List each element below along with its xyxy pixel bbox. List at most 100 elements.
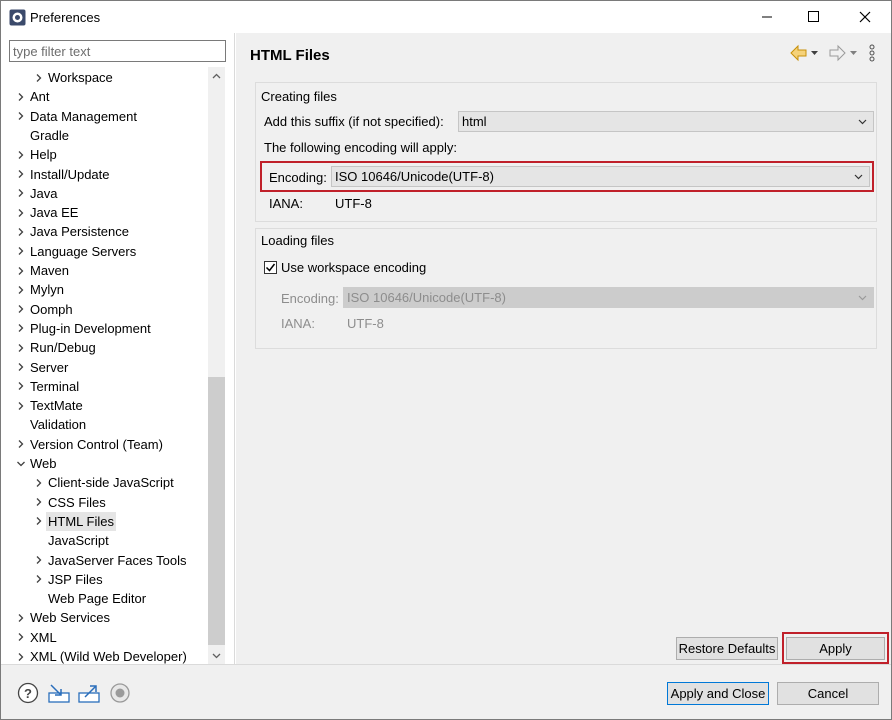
tree-item[interactable]: Ant [1,87,207,106]
chevron-right-icon[interactable] [33,68,45,87]
suffix-value: html [462,114,487,129]
tree-item[interactable]: Data Management [1,107,207,126]
pane-divider[interactable] [234,33,235,664]
import-icon[interactable] [47,682,70,704]
iana-value: UTF-8 [335,196,372,211]
chevron-right-icon[interactable] [15,261,27,280]
forward-button[interactable] [828,43,858,63]
tree-item[interactable]: Gradle [1,126,207,145]
tree-item[interactable]: Version Control (Team) [1,435,207,454]
encoding-intro-label: The following encoding will apply: [264,140,457,155]
tree-item[interactable]: Maven [1,261,207,280]
encoding-combo[interactable]: ISO 10646/Unicode(UTF-8) [331,166,870,187]
svg-text:?: ? [24,686,32,701]
use-workspace-checkbox[interactable] [264,261,277,274]
chevron-right-icon[interactable] [15,338,27,357]
chevron-right-icon[interactable] [15,280,27,299]
chevron-right-icon[interactable] [15,300,27,319]
loading-encoding-label: Encoding: [281,291,339,306]
preference-tree: Workspace Ant Data Management Gradle Help Ins… [1,67,207,664]
apply-button[interactable]: Apply [786,637,885,660]
tree-item[interactable]: TextMate [1,396,207,415]
chevron-right-icon[interactable] [33,473,45,492]
close-icon [859,11,871,22]
filter-input[interactable] [9,40,226,62]
use-workspace-label[interactable]: Use workspace encoding [281,260,426,275]
tree-item[interactable]: Java [1,184,207,203]
cancel-button[interactable]: Cancel [777,682,879,705]
scroll-down-button[interactable] [208,647,225,664]
chevron-right-icon[interactable] [15,107,27,126]
chevron-right-icon[interactable] [15,396,27,415]
back-button[interactable] [789,43,819,63]
dialog-button-bar: ? Apply and Close Cancel [1,664,891,719]
view-menu-button[interactable] [868,43,876,63]
restore-defaults-button[interactable]: Restore Defaults [676,637,778,660]
loading-encoding-combo[interactable]: ISO 10646/Unicode(UTF-8) [343,287,874,308]
chevron-down-icon [858,119,867,124]
tree-item-label: Web Services [30,610,110,626]
scrollbar-thumb[interactable] [208,377,225,645]
chevron-right-icon[interactable] [15,222,27,241]
tree-item[interactable]: XML (Wild Web Developer) [1,647,207,664]
maximize-button[interactable] [791,1,837,32]
tree-item-label: Maven [30,263,70,278]
chevron-right-icon[interactable] [15,145,27,164]
chevron-right-icon[interactable] [33,493,45,512]
tree-item-label: Java Persistence [30,224,129,240]
tree-item[interactable]: Validation [1,415,207,434]
chevron-right-icon[interactable] [33,570,45,589]
tree-item[interactable]: Install/Update [1,165,207,184]
tree-item[interactable]: Language Servers [1,242,207,261]
chevron-right-icon[interactable] [15,647,27,664]
scroll-up-button[interactable] [208,67,225,84]
chevron-right-icon[interactable] [15,87,27,106]
chevron-right-icon[interactable] [15,358,27,377]
tree-item-label: XML (Wild Web Developer) [30,649,187,664]
loading-files-title: Loading files [261,233,334,248]
export-icon[interactable] [77,682,100,704]
tree-item[interactable]: Plug-in Development [1,319,207,338]
chevron-right-icon[interactable] [15,184,27,203]
chevron-right-icon[interactable] [33,551,45,570]
tree-item[interactable]: XML [1,628,207,647]
tree-item[interactable]: Web [1,454,207,473]
tree-item[interactable]: Help [1,145,207,164]
apply-and-close-button[interactable]: Apply and Close [667,682,769,705]
minimize-button[interactable] [744,1,790,32]
chevron-right-icon[interactable] [15,319,27,338]
suffix-combo[interactable]: html [458,111,874,132]
chevron-down-icon[interactable] [15,454,27,473]
chevron-right-icon[interactable] [33,512,45,531]
tree-item[interactable]: JSP Files [1,570,207,589]
close-button[interactable] [842,1,888,32]
chevron-right-icon[interactable] [15,608,27,627]
help-icon[interactable]: ? [17,682,39,704]
chevron-right-icon[interactable] [15,165,27,184]
tree-item-label: Oomph [30,301,73,317]
tree-item[interactable]: HTML Files [1,511,207,531]
tree-item[interactable]: Run/Debug [1,338,207,357]
preference-page: HTML Files Creating files Add this suffi… [236,33,891,664]
tree-item[interactable]: Java Persistence [1,222,207,241]
chevron-right-icon[interactable] [15,435,27,454]
tree-item[interactable]: JavaScript [1,531,207,550]
tree-item[interactable]: Mylyn [1,280,207,299]
tree-item[interactable]: Server [1,358,207,377]
chevron-right-icon[interactable] [15,242,27,261]
chevron-right-icon[interactable] [15,628,27,647]
view-menu-icon [869,44,875,62]
tree-item[interactable]: Java EE [1,203,207,222]
tree-item[interactable]: Client-side JavaScript [1,473,207,492]
chevron-right-icon[interactable] [15,203,27,222]
tree-item[interactable]: CSS Files [1,493,207,512]
tree-item[interactable]: JavaServer Faces Tools [1,551,207,570]
tree-item[interactable]: Web Page Editor [1,589,207,608]
tree-scrollbar[interactable] [208,67,225,664]
tree-item[interactable]: Web Services [1,608,207,627]
chevron-right-icon[interactable] [15,377,27,396]
tree-item[interactable]: Workspace [1,68,207,87]
tree-item[interactable]: Oomph [1,300,207,319]
tree-item[interactable]: Terminal [1,377,207,396]
record-icon[interactable] [109,682,131,704]
